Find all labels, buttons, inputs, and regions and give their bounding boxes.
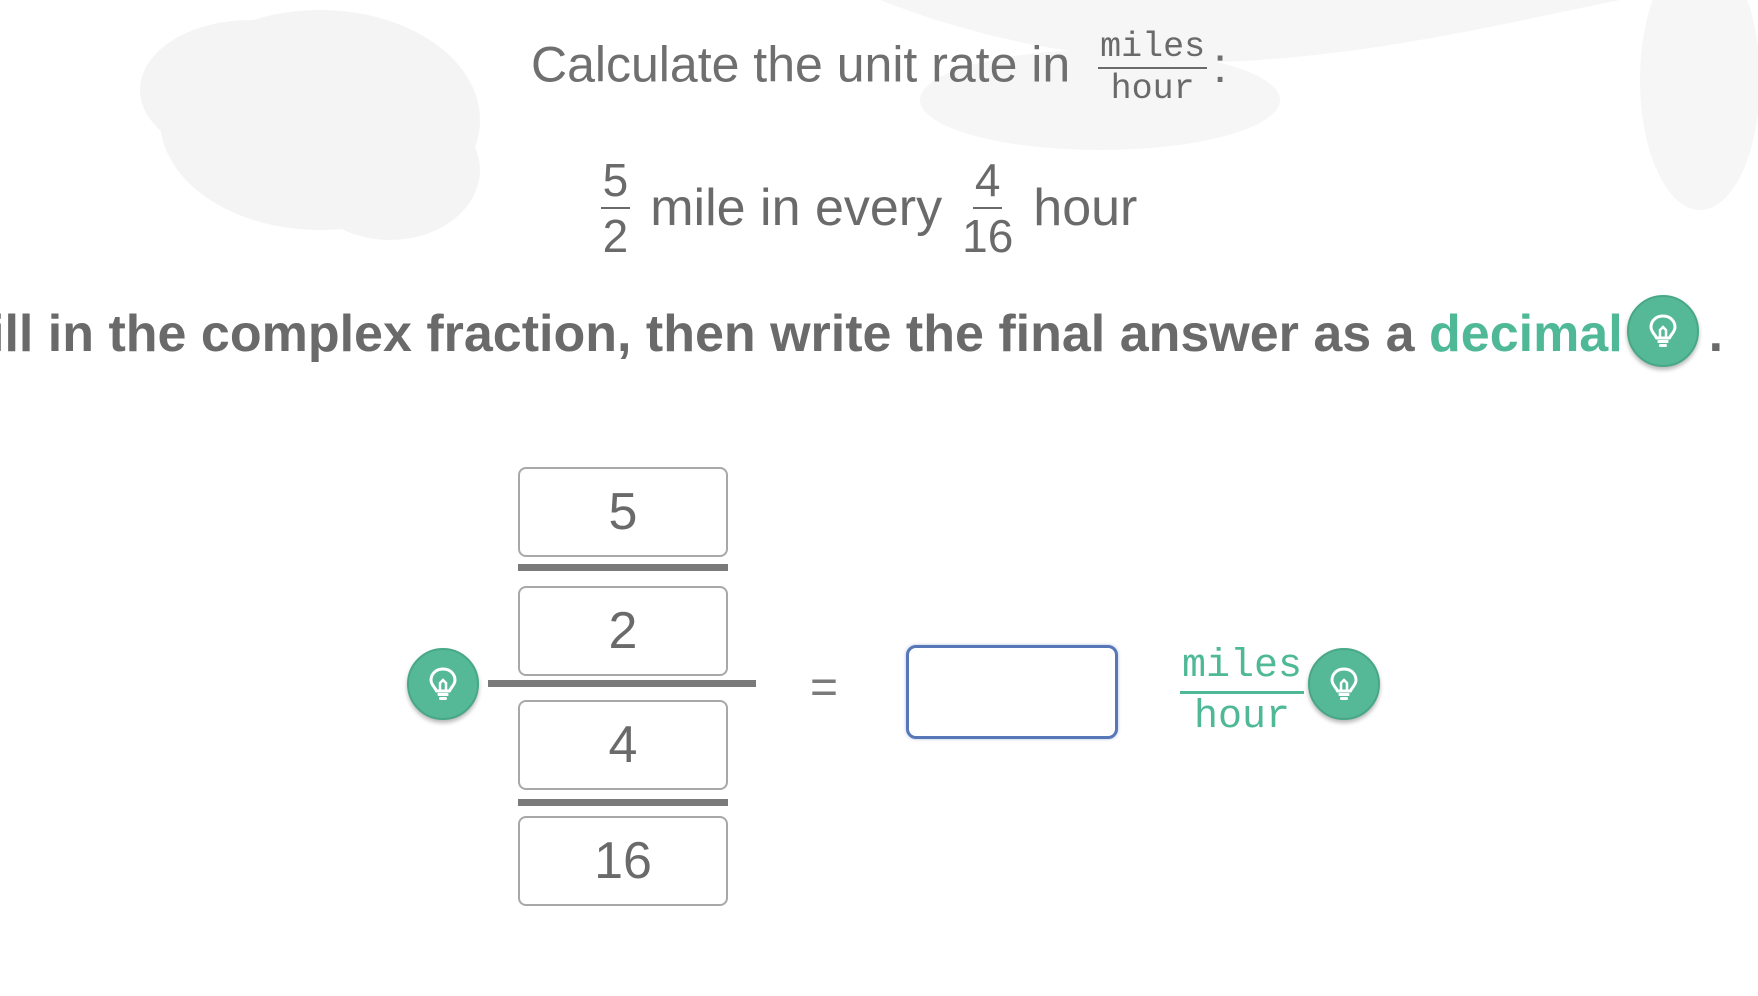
- rate-middle-text: mile in every: [650, 179, 943, 237]
- decimal-hint-button[interactable]: [1626, 295, 1699, 368]
- bottom-denominator-box[interactable]: 16: [518, 816, 728, 906]
- answer-input[interactable]: [906, 645, 1118, 739]
- answer-unit-fraction: miles hour: [1180, 645, 1305, 740]
- top-numerator-box[interactable]: 5: [518, 467, 728, 557]
- main-fraction-bar: [488, 680, 756, 687]
- rate-end-text: hour: [1033, 179, 1138, 237]
- first-fraction: 5 2: [600, 157, 631, 262]
- second-fraction-numerator: 4: [972, 157, 1003, 209]
- unit-hint-button[interactable]: [1308, 648, 1380, 720]
- problem-title: Calculate the unit rate in miles hour :: [0, 30, 1758, 107]
- bottom-numerator-box[interactable]: 4: [518, 700, 728, 790]
- instruction-period: .: [1708, 305, 1724, 363]
- top-denominator-box[interactable]: 2: [518, 586, 728, 676]
- title-unit-denominator: hour: [1110, 69, 1195, 109]
- title-colon: :: [1213, 36, 1228, 93]
- decimal-term[interactable]: decimal: [1429, 305, 1623, 363]
- first-fraction-denominator: 2: [602, 210, 629, 262]
- bottom-fraction-bar: [518, 799, 728, 806]
- answer-unit-numerator: miles: [1180, 645, 1305, 694]
- title-unit-fraction: miles hour: [1098, 27, 1208, 109]
- instruction-text: ill in the complex fraction, then write …: [0, 305, 1430, 363]
- lightbulb-icon: [1649, 314, 1677, 348]
- answer-unit-denominator: hour: [1194, 695, 1291, 740]
- title-unit-numerator: miles: [1098, 27, 1208, 69]
- second-fraction-denominator: 16: [962, 210, 1014, 262]
- fraction-hint-button[interactable]: [407, 648, 479, 720]
- instruction: ill in the complex fraction, then write …: [0, 295, 1724, 373]
- background-decoration: [140, 0, 1758, 240]
- top-fraction-bar: [518, 564, 728, 571]
- equals-sign: =: [810, 661, 839, 714]
- lightbulb-icon: [429, 667, 457, 700]
- first-fraction-numerator: 5: [600, 157, 631, 209]
- title-prefix: Calculate the unit rate in: [530, 36, 1071, 93]
- rate-statement: 5 2 mile in every 4 16 hour: [0, 157, 1758, 259]
- lightbulb-icon: [1330, 667, 1358, 700]
- second-fraction: 4 16: [962, 157, 1013, 259]
